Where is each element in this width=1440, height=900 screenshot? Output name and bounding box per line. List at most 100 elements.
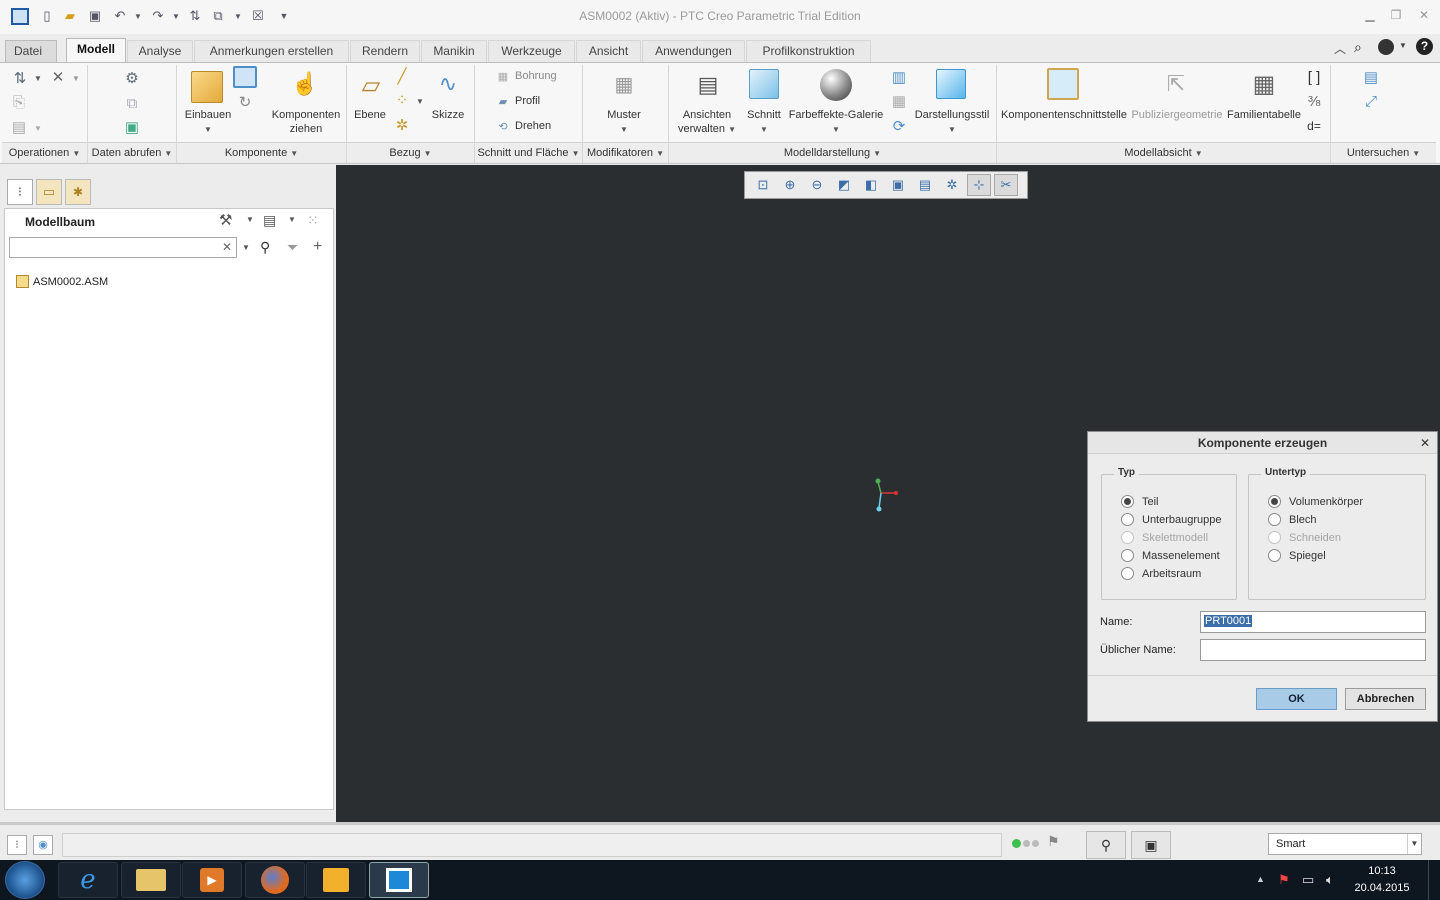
coordinate-system-icon[interactable]: ✲ bbox=[394, 117, 410, 134]
model-tree-search-input[interactable] bbox=[9, 237, 237, 258]
komponenten-ziehen-label-2[interactable]: ziehen bbox=[266, 122, 346, 136]
radio-schneiden[interactable]: Schneiden bbox=[1268, 531, 1341, 544]
tab-manikin[interactable]: Manikin bbox=[421, 40, 487, 62]
display-style-icon[interactable] bbox=[936, 69, 966, 99]
group-daten-abrufen[interactable]: Daten abrufen ▼ bbox=[88, 142, 176, 163]
komponenten-ziehen-label-1[interactable]: Komponenten bbox=[266, 108, 346, 122]
section-icon[interactable] bbox=[749, 69, 779, 99]
search-dropdown-icon[interactable]: ▼ bbox=[242, 243, 250, 252]
radio-skelettmodell[interactable]: Skelettmodell bbox=[1121, 531, 1208, 544]
farbeffekte-galerie-label[interactable]: Farbeffekte-Galerie bbox=[786, 108, 886, 122]
bill-of-materials-icon[interactable]: ▤ bbox=[1362, 68, 1380, 86]
copy-geometry-icon[interactable]: ⧉ bbox=[122, 93, 142, 113]
show-desktop-button[interactable] bbox=[1428, 860, 1440, 900]
clear-search-icon[interactable]: ✕ bbox=[222, 240, 232, 254]
radio-unterbaugruppe[interactable]: Unterbaugruppe bbox=[1121, 513, 1222, 526]
drag-components-icon[interactable]: ☝ bbox=[290, 68, 320, 100]
search-icon[interactable]: ⌕ bbox=[1354, 39, 1362, 56]
zoom-in-icon[interactable]: ⊕ bbox=[778, 174, 802, 196]
assemble-icon[interactable] bbox=[191, 71, 223, 103]
axis-icon[interactable]: ╱ bbox=[394, 68, 410, 85]
radio-blech[interactable]: Blech bbox=[1268, 513, 1317, 526]
view-manager-icon[interactable]: ▤ bbox=[913, 174, 937, 196]
group-bezug[interactable]: Bezug ▼ bbox=[347, 142, 474, 163]
radio-teil[interactable]: Teil bbox=[1121, 495, 1159, 508]
komponentenschnittstelle-label[interactable]: Komponentenschnittstelle bbox=[1000, 108, 1128, 122]
group-modellabsicht[interactable]: Modellabsicht ▼ bbox=[997, 142, 1330, 163]
reorient-icon[interactable]: ⟳ bbox=[890, 117, 908, 135]
volume-icon[interactable]: 🔈︎ bbox=[1326, 872, 1334, 888]
tab-model-tree[interactable]: ⁝ bbox=[7, 179, 33, 205]
ptc-community-icon[interactable] bbox=[1378, 39, 1394, 55]
regenerate-dropdown-icon[interactable]: ▼ bbox=[32, 69, 44, 87]
display-style-icon[interactable]: ◧ bbox=[859, 174, 883, 196]
muster-label[interactable]: Muster bbox=[600, 108, 648, 122]
manage-views-icon[interactable]: ▤ bbox=[692, 69, 724, 101]
tree-settings-icon[interactable]: ⚒ bbox=[219, 211, 232, 229]
close-icon[interactable]: ✕ bbox=[1414, 8, 1434, 24]
create-component-icon[interactable] bbox=[233, 66, 257, 88]
tab-favorites[interactable]: ✱ bbox=[65, 179, 91, 205]
show-navigator-icon[interactable]: ⁝ bbox=[7, 835, 27, 855]
tab-datei[interactable]: Datei ▼ bbox=[5, 40, 57, 77]
internet-explorer-icon[interactable]: e bbox=[58, 862, 118, 898]
show-browser-icon[interactable]: ◉ bbox=[33, 835, 53, 855]
find-icon[interactable]: ⚲ bbox=[260, 239, 270, 256]
publiziergeometrie-label[interactable]: Publiziergeometrie bbox=[1130, 108, 1224, 122]
tree-item[interactable]: ASM0002.ASM bbox=[16, 275, 108, 288]
user-defined-feature-icon[interactable]: ⚙ bbox=[122, 68, 142, 88]
group-modelldarstellung[interactable]: Modelldarstellung ▼ bbox=[669, 142, 996, 163]
ok-button[interactable]: OK bbox=[1256, 688, 1337, 710]
tree-columns-icon[interactable]: ▤ bbox=[263, 212, 276, 229]
tree-columns-dropdown-icon[interactable]: ▼ bbox=[288, 215, 296, 224]
tab-modell[interactable]: Modell bbox=[66, 38, 126, 62]
tab-folder-browser[interactable]: ▭ bbox=[36, 179, 62, 205]
einbauen-dropdown-icon[interactable]: ▼ bbox=[180, 123, 236, 137]
tab-rendern[interactable]: Rendern bbox=[350, 40, 420, 62]
outlook-icon[interactable] bbox=[306, 862, 366, 898]
network-icon[interactable]: ▭ bbox=[1302, 872, 1314, 888]
tab-anwendungen[interactable]: Anwendungen bbox=[642, 40, 745, 62]
switch-dimensions-icon[interactable]: ⅜ bbox=[1305, 92, 1323, 110]
sketch-icon[interactable]: ∿ bbox=[432, 69, 464, 99]
repaint-icon[interactable]: ◩ bbox=[832, 174, 856, 196]
show-hidden-icons-icon[interactable]: ▲ bbox=[1256, 874, 1265, 884]
point-dropdown-icon[interactable]: ▼ bbox=[414, 94, 426, 108]
group-untersuchen[interactable]: Untersuchen ▼ bbox=[1331, 142, 1436, 163]
familientabelle-label[interactable]: Familientabelle bbox=[1226, 108, 1302, 122]
group-operationen[interactable]: Operationen ▼ bbox=[2, 142, 87, 163]
help-icon[interactable]: ? bbox=[1416, 38, 1433, 55]
bohrung-button[interactable]: ▦ Bohrung bbox=[495, 69, 557, 83]
firefox-icon[interactable] bbox=[245, 862, 305, 898]
zoom-out-icon[interactable]: ⊖ bbox=[805, 174, 829, 196]
scene-icon[interactable]: ▥ bbox=[890, 68, 908, 86]
ansichten-verwalten-label-2[interactable]: verwalten ▼ bbox=[674, 122, 740, 137]
radio-volumenkoerper[interactable]: Volumenkörper bbox=[1268, 495, 1363, 508]
saved-orientations-icon[interactable]: ▣ bbox=[886, 174, 910, 196]
component-interface-icon[interactable] bbox=[1047, 68, 1079, 100]
refit-icon[interactable]: ⊡ bbox=[751, 174, 775, 196]
dialog-close-icon[interactable]: ✕ bbox=[1420, 436, 1430, 450]
tab-werkzeuge[interactable]: Werkzeuge bbox=[488, 40, 575, 62]
publish-geometry-icon[interactable]: ⇱ bbox=[1160, 68, 1192, 100]
drehen-button[interactable]: ⟲ Drehen bbox=[495, 119, 551, 133]
delete-icon[interactable]: ✕ bbox=[49, 68, 67, 86]
add-icon[interactable]: + bbox=[313, 238, 322, 256]
media-player-icon[interactable]: ▶ bbox=[182, 862, 242, 898]
perspective-icon[interactable]: ▦ bbox=[890, 92, 908, 110]
selection-buffer-icon[interactable]: ▣ bbox=[1131, 831, 1171, 859]
maximize-icon[interactable]: ❐ bbox=[1386, 8, 1406, 24]
einbauen-label[interactable]: Einbauen bbox=[180, 108, 236, 122]
tab-ansicht[interactable]: Ansicht bbox=[576, 40, 641, 62]
darstellungsstil-dropdown-icon[interactable]: ▼ bbox=[910, 123, 994, 137]
delete-dropdown-icon[interactable]: ▼ bbox=[70, 69, 82, 87]
ebene-label[interactable]: Ebene bbox=[350, 108, 390, 122]
paste-icon[interactable]: ▤ bbox=[10, 118, 28, 136]
clock-date[interactable]: 20.04.2015 bbox=[1350, 882, 1414, 894]
appearance-gallery-icon[interactable] bbox=[820, 69, 852, 101]
plane-icon[interactable]: ▱ bbox=[355, 71, 387, 99]
datum-display-filters-icon[interactable]: ✲ bbox=[940, 174, 964, 196]
tab-analyse[interactable]: Analyse bbox=[127, 40, 193, 62]
file-explorer-icon[interactable] bbox=[121, 862, 181, 898]
community-dropdown-icon[interactable]: ▼ bbox=[1399, 41, 1407, 50]
